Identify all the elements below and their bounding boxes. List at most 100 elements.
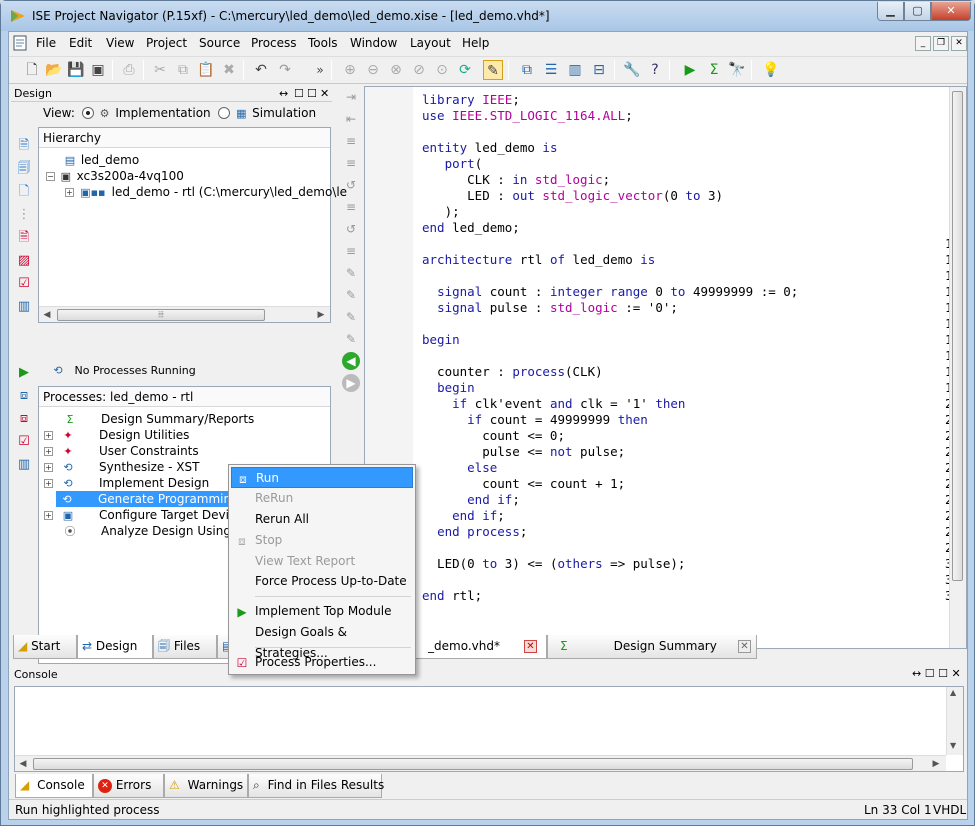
process-item-selected[interactable]: ⟲ Generate Programming bbox=[56, 491, 246, 507]
add-copy-source-icon[interactable]: 🗐 bbox=[14, 159, 34, 179]
hierarchy-tool-icon[interactable]: ⋮ bbox=[14, 205, 34, 225]
menu-project[interactable]: Project bbox=[146, 36, 187, 50]
menu-item-process-properties[interactable]: ☑ Process Properties... bbox=[231, 652, 413, 673]
pen-next-icon[interactable]: ✎ bbox=[342, 286, 360, 304]
tab-files[interactable]: 🗐 Files bbox=[153, 635, 217, 659]
menu-item-rerun[interactable]: ReRun bbox=[231, 488, 413, 509]
panel-restore-icon[interactable]: ☐ bbox=[294, 87, 304, 100]
mdi-restore-button[interactable]: ❐ bbox=[933, 36, 949, 51]
refresh-icon[interactable]: ⟳ bbox=[455, 60, 475, 80]
indent-icon[interactable]: ⇥ bbox=[342, 88, 360, 106]
zoom-out-icon[interactable]: ⊖ bbox=[363, 60, 383, 80]
process-item[interactable]: Σ Design Summary/Reports bbox=[63, 411, 255, 427]
bookmark-icon[interactable]: ↺ bbox=[342, 176, 360, 194]
lightbulb-icon[interactable]: 💡 bbox=[761, 60, 781, 80]
lasso-select-icon[interactable]: ✎ bbox=[483, 60, 503, 80]
hierarchy-hscroll[interactable]: ◀ ⦙⦙⦙ ▶ bbox=[39, 306, 330, 322]
tree-item-device[interactable]: − ▣ xc3s200a-4vq100 bbox=[46, 168, 184, 184]
expand-icon[interactable]: + bbox=[44, 511, 53, 520]
expand-icon[interactable]: + bbox=[44, 431, 53, 440]
new-icon[interactable]: 🗋 bbox=[22, 60, 42, 80]
run-process-icon[interactable]: ▶ bbox=[14, 363, 34, 383]
pen-prev-icon[interactable]: ✎ bbox=[342, 308, 360, 326]
properties-icon[interactable]: ▨ bbox=[14, 251, 34, 271]
undo-icon[interactable]: ↶ bbox=[251, 60, 271, 80]
collapse-icon[interactable]: − bbox=[46, 172, 55, 181]
telescope-icon[interactable]: 🔭 bbox=[727, 60, 747, 80]
zoom-in-icon[interactable]: ⊕ bbox=[340, 60, 360, 80]
bookmark-next-icon[interactable]: ≡ bbox=[342, 198, 360, 216]
tile-horizontal-icon[interactable]: ☰ bbox=[541, 60, 561, 80]
console-output[interactable]: ▲ ▼ ◀ ▶ bbox=[14, 686, 964, 772]
tab-led-demo-vhd[interactable]: _demo.vhd* ✕ bbox=[411, 635, 547, 659]
copy-icon[interactable]: ⧉ bbox=[173, 60, 193, 80]
zoom-full-icon[interactable]: ⊙ bbox=[432, 60, 452, 80]
implementation-radio[interactable] bbox=[81, 107, 94, 119]
maximize-button[interactable]: ▢ bbox=[904, 2, 931, 21]
tile-vertical-icon[interactable]: ▥ bbox=[565, 60, 585, 80]
redo-icon[interactable]: ↷ bbox=[275, 60, 295, 80]
menu-source[interactable]: Source bbox=[199, 36, 240, 50]
expand-icon[interactable]: + bbox=[44, 479, 53, 488]
paste-icon[interactable]: 📋 bbox=[196, 60, 216, 80]
tree-item-rtl[interactable]: + ▣▪▪ led_demo - rtl (C:\mercury\led_dem… bbox=[65, 184, 347, 200]
rerun-icon[interactable]: ⧈ bbox=[14, 386, 34, 406]
scroll-thumb[interactable] bbox=[952, 91, 963, 581]
close-tab-icon[interactable]: ✕ bbox=[524, 640, 537, 653]
outdent-icon[interactable]: ⇤ bbox=[342, 110, 360, 128]
menu-item-rerun-all[interactable]: Rerun All bbox=[231, 509, 413, 530]
code-editor[interactable]: 1234567891011121314151617181920212223242… bbox=[364, 86, 967, 649]
menu-edit[interactable]: Edit bbox=[69, 36, 92, 50]
help-cursor-icon[interactable]: ? bbox=[645, 60, 665, 80]
process-table-icon[interactable]: ▥ bbox=[14, 455, 34, 475]
process-item[interactable]: + ✦ User Constraints bbox=[44, 443, 199, 459]
process-check-icon[interactable]: ☑ bbox=[14, 432, 34, 452]
scroll-right-icon[interactable]: ▶ bbox=[314, 308, 328, 322]
mdi-minimize-button[interactable]: _ bbox=[915, 36, 931, 51]
menu-layout[interactable]: Layout bbox=[410, 36, 451, 50]
implement-run-icon[interactable]: ▶ bbox=[680, 60, 700, 80]
close-tab-icon[interactable]: ✕ bbox=[738, 640, 751, 653]
simulation-radio[interactable] bbox=[218, 107, 231, 119]
menu-tools[interactable]: Tools bbox=[308, 36, 338, 50]
console-hscroll[interactable]: ◀ ▶ bbox=[15, 755, 946, 771]
zoom-fit-icon[interactable]: ⊗ bbox=[386, 60, 406, 80]
process-item[interactable]: + ⟲ Synthesize - XST bbox=[44, 459, 199, 475]
pen-icon[interactable]: ✎ bbox=[342, 264, 360, 282]
menu-item-design-goals[interactable]: Design Goals & Strategies... bbox=[231, 622, 413, 660]
implementation-label[interactable]: Implementation bbox=[115, 106, 210, 120]
expand-icon[interactable]: + bbox=[65, 188, 74, 197]
tab-start[interactable]: ◢ Start bbox=[13, 635, 77, 659]
simulation-label[interactable]: Simulation bbox=[252, 106, 316, 120]
cascade-windows-icon[interactable]: ⧉ bbox=[517, 60, 537, 80]
bookmark-prev-icon[interactable]: ↺ bbox=[342, 220, 360, 238]
zoom-select-icon[interactable]: ⊘ bbox=[409, 60, 429, 80]
expand-icon[interactable]: + bbox=[44, 463, 53, 472]
stop-process-icon[interactable]: ⧈ bbox=[14, 409, 34, 429]
tab-design[interactable]: ⇄ Design bbox=[77, 635, 153, 659]
menu-process[interactable]: Process bbox=[251, 36, 297, 50]
menu-window[interactable]: Window bbox=[350, 36, 397, 50]
bookmark-clear-icon[interactable]: ≡ bbox=[342, 242, 360, 260]
close-button[interactable]: ✕ bbox=[931, 2, 971, 21]
menu-item-implement-top-module[interactable]: ▶ Implement Top Module bbox=[231, 601, 413, 622]
expand-icon[interactable]: + bbox=[44, 447, 53, 456]
scroll-right-icon[interactable]: ▶ bbox=[929, 757, 943, 771]
document-icon[interactable] bbox=[13, 35, 27, 51]
tab-design-summary[interactable]: Σ Design Summary ✕ bbox=[547, 635, 757, 659]
scroll-thumb[interactable] bbox=[33, 758, 913, 770]
editor-vscroll[interactable] bbox=[949, 87, 966, 648]
process-item[interactable]: + ⟲ Implement Design bbox=[44, 475, 209, 491]
tree-item-led-demo[interactable]: ▤ led_demo bbox=[63, 152, 139, 168]
sigma-summary-icon[interactable]: Σ bbox=[704, 60, 724, 80]
menu-help[interactable]: Help bbox=[462, 36, 489, 50]
go-forward-icon[interactable]: ▶ bbox=[342, 374, 360, 392]
tab-errors[interactable]: ✕ Errors bbox=[93, 774, 164, 798]
panel-maximize-icon[interactable]: ☐ bbox=[307, 87, 317, 100]
panel-float-icon[interactable]: ↔ bbox=[279, 87, 288, 100]
go-back-icon[interactable]: ◀ bbox=[342, 352, 360, 370]
menu-item-stop[interactable]: ⧈ Stop bbox=[231, 530, 413, 551]
menu-view[interactable]: View bbox=[106, 36, 134, 50]
process-item[interactable]: + ✦ Design Utilities bbox=[44, 427, 189, 443]
panel-restore-icon[interactable]: ☐ bbox=[925, 667, 935, 680]
